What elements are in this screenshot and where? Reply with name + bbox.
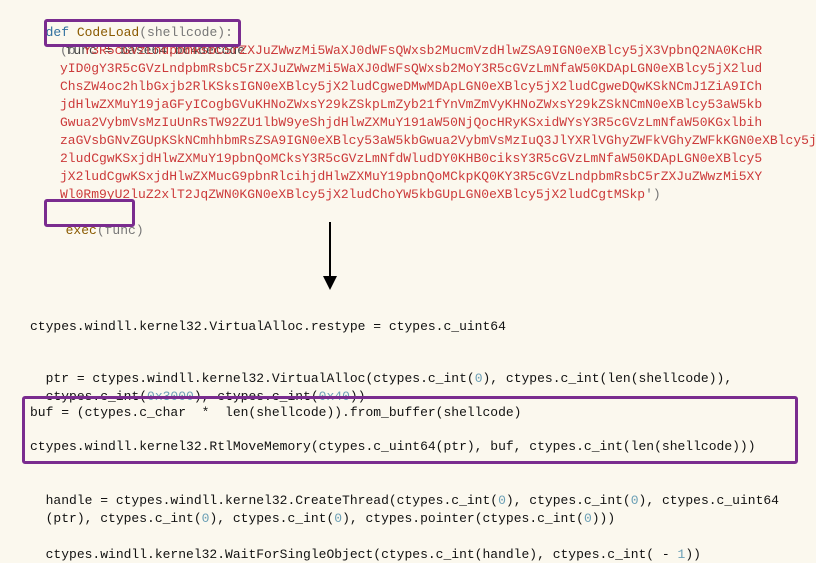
b64-line-3: ChsZW4oc2hlbGxjb2RlKSksIGN0eXBlcy5jX2lud… [60,78,762,96]
b64-line-6: zaGVsbGNvZGUpKSkNCmhhbmRsZSA9IGN0eXBlcy5… [60,132,816,150]
decoded-line-3: ctypes.c_int(0x3000), ctypes.c_int(0x40)… [30,370,366,405]
exec-line: exec(func) [50,204,144,239]
arrow-icon [320,222,340,294]
b64-line-7: 2ludCgwKSxjdHlwZXMuY19pbnQoMCksY3R5cGVzL… [60,150,762,168]
decoded-line-7: (ptr), ctypes.c_int(0), ctypes.c_int(0),… [30,492,615,527]
decoded-line-4: buf = (ctypes.c_char * len(shellcode)).f… [30,404,521,422]
b64-line-4: jdHlwZXMuY19jaGFyICogbGVuKHNoZWxsY29kZSk… [60,96,762,114]
b64-line-5: Gwua2VybmVsMzIuUnRsTW92ZU1lbW9yeShjdHlwZ… [60,114,762,132]
decoded-line-5: ctypes.windll.kernel32.RtlMoveMemory(cty… [30,438,756,456]
exec-call: exec [66,223,97,238]
b64-line-2: yID0gY3R5cGVzLndpbmRsbC5rZXJuZWwzMi5WaXJ… [60,60,762,78]
b64-line-1: (b'Y3R5cGVzLndpbmRsbC5rZXJuZWwzMi5WaXJ0d… [60,42,762,60]
b64-line-8: jX2ludCgwKSxjdHlwZXMucG9pbnRlcihjdHlwZXM… [60,168,762,186]
decoded-line-1: ctypes.windll.kernel32.VirtualAlloc.rest… [30,318,506,336]
decoded-line-8: ctypes.windll.kernel32.WaitForSingleObje… [30,528,701,563]
b64-line-9: Wl0Rm9yU2luZ2xlT2JqZWN0KGN0eXBlcy5jX2lud… [60,186,661,204]
